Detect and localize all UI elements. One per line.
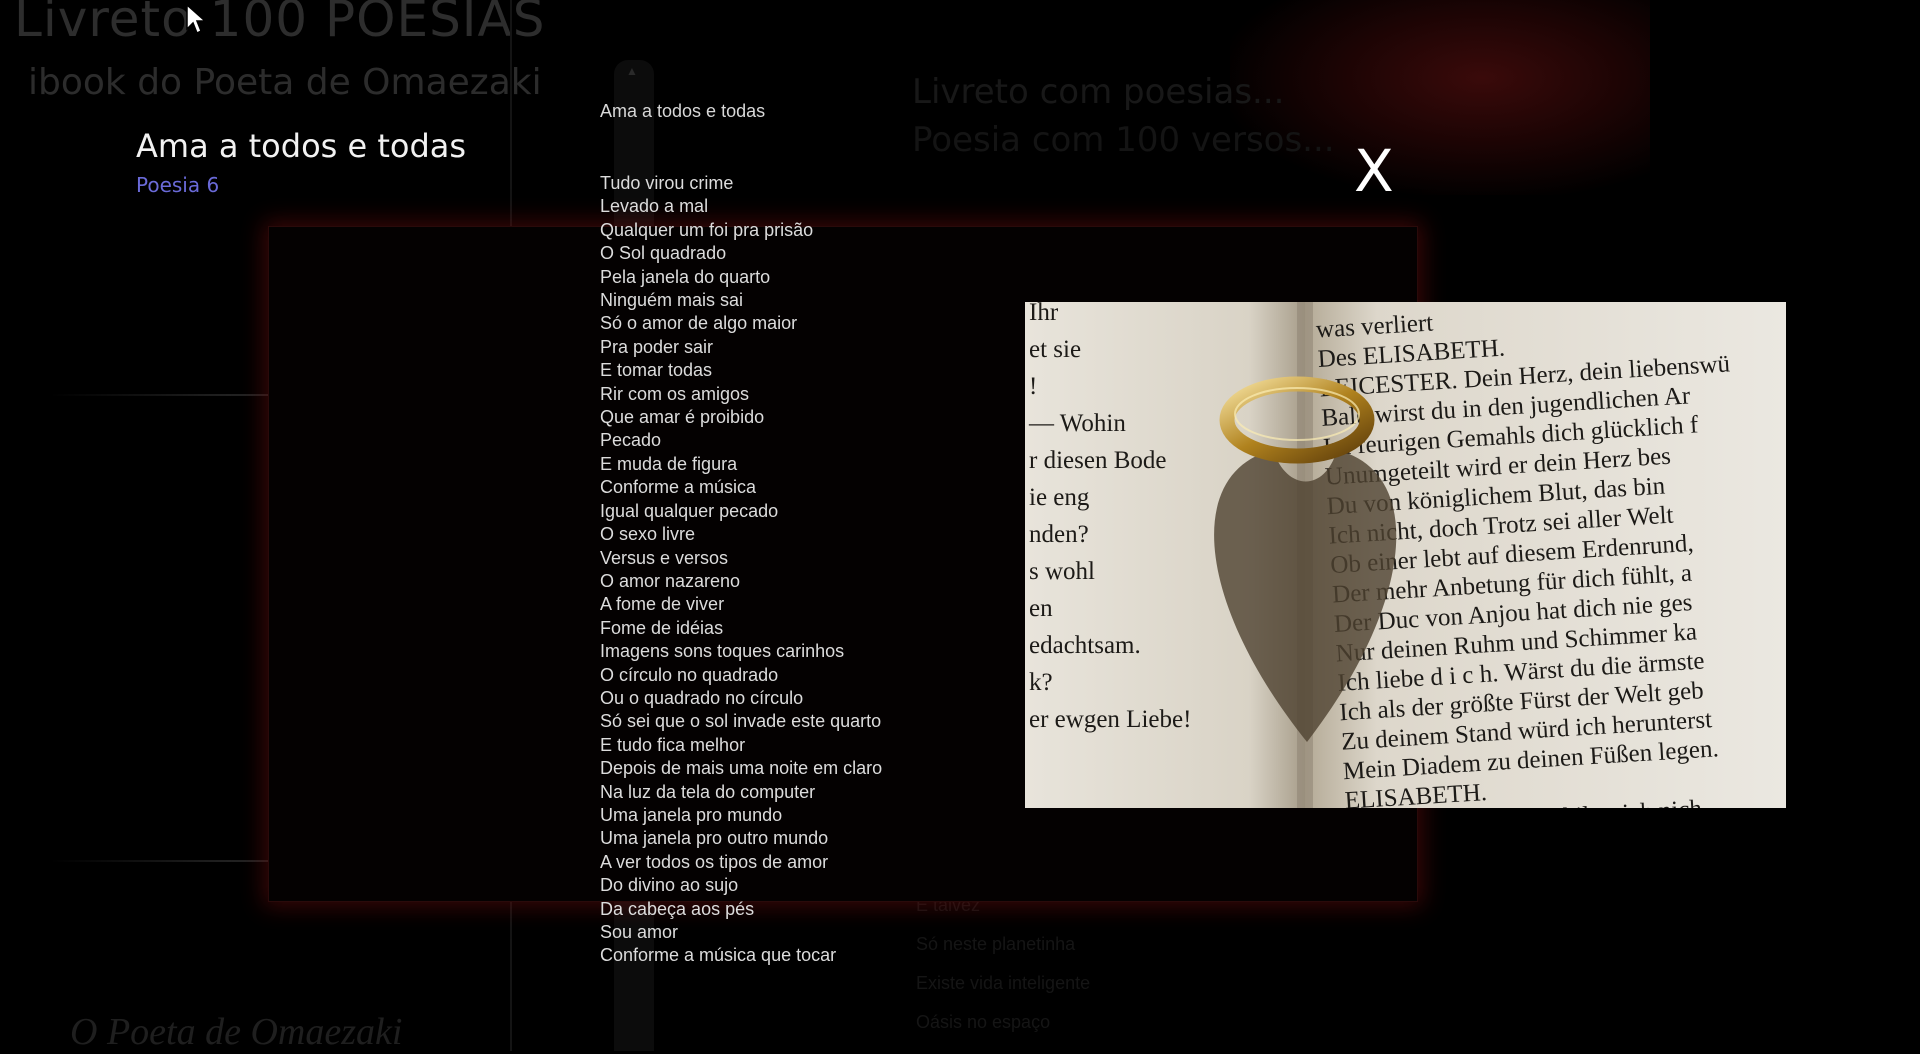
verse-line: Pra poder sair — [600, 336, 714, 357]
book-text-line: ie eng — [1029, 484, 1090, 511]
verse-line: Na luz da tela do computer — [600, 781, 816, 802]
verse-line: Pecado — [600, 430, 662, 451]
background-snippet: Só neste planetinha — [916, 934, 1076, 954]
verse-line: Fome de idéias — [600, 617, 724, 638]
verse-line: Uma janela pro mundo — [600, 804, 783, 825]
verse-line: Versus e versos — [600, 547, 729, 568]
verse-line: O Sol quadrado — [600, 243, 727, 264]
book-text-line: s wohl — [1029, 558, 1095, 585]
book-text-line: — Wohin — [1028, 410, 1126, 437]
verse-line: Uma janela pro outro mundo — [600, 828, 829, 849]
book-text-line: r diesen Bode — [1029, 447, 1166, 474]
verse-list: Tudo virou crime Levado a mal Qualquer um … — [600, 172, 882, 968]
background-red-line — [1420, 812, 1620, 826]
verse-line: E tudo fica melhor — [600, 734, 746, 755]
close-icon[interactable]: X — [1354, 142, 1394, 200]
background-snippet: Oásis no espaço — [916, 1012, 1051, 1032]
verse-line: Da cabeça aos pés — [600, 898, 755, 919]
verse-line: Ou o quadrado no círculo — [600, 687, 804, 708]
book-text-line: nden? — [1029, 521, 1089, 548]
verse-line: Imagens sons toques carinhos — [600, 641, 845, 662]
app-signature: O Poeta de Omaezaki — [70, 1011, 403, 1053]
verse-line: Rir com os amigos — [600, 383, 750, 404]
verse-line: Tudo virou crime — [600, 173, 734, 193]
verse-line: Só sei que o sol invade este quarto — [600, 711, 882, 732]
verse-line: E tomar todas — [600, 360, 713, 381]
verse-line: Levado a mal — [600, 196, 709, 217]
verse-line: A ver todos os tipos de amor — [600, 851, 829, 872]
app-subtitle: ibook do Poeta de Omaezaki — [28, 62, 542, 103]
book-text-line: et sie — [1029, 336, 1081, 363]
verse-line: A fome de viver — [600, 594, 725, 615]
verse-line: Igual qualquer pecado — [600, 500, 779, 521]
background-heading-2: Poesia com 100 versos... — [912, 120, 1335, 160]
background-red-line — [1420, 838, 1580, 852]
poem-heading: Ama a todos e todas — [600, 101, 766, 121]
book-text-line: k? — [1029, 669, 1053, 696]
verse-line: O amor nazareno — [600, 570, 741, 591]
book-text-line: ! — [1029, 373, 1037, 400]
verse-line: Que amar é proibido — [600, 407, 765, 428]
verse-line: E muda de figura — [600, 453, 738, 474]
app-title: Livreto 100 POESIAS — [14, 0, 546, 48]
book-text-line: en — [1029, 595, 1053, 622]
verse-line: Qualquer um foi pra prisão — [600, 219, 814, 240]
verse-line: Só o amor de algo maior — [600, 313, 798, 334]
background-heading-1: Livreto com poesias... — [912, 72, 1285, 112]
background-decoration — [1230, 0, 1650, 195]
verse-line: Do divino ao sujo — [600, 875, 739, 896]
verse-line: O sexo livre — [600, 524, 696, 545]
verse-line: Conforme a música — [600, 477, 757, 498]
book-text-line: er ewgen Liebe! — [1029, 706, 1191, 733]
verse-line: Pela janela do quarto — [600, 266, 771, 287]
mouse-cursor-icon — [186, 4, 207, 35]
background-snippet: Existe vida inteligente — [916, 973, 1091, 993]
verse-line: Conforme a música que tocar — [600, 945, 837, 966]
book-text-line: Ihr — [1029, 302, 1059, 326]
verse-line: Ninguém mais sai — [600, 290, 744, 311]
verse-line: Depois de mais uma noite em claro — [600, 758, 883, 779]
poem-number: Poesia 6 — [136, 173, 220, 197]
poem-title[interactable]: Ama a todos e todas — [136, 127, 466, 165]
scroll-up-arrow-icon[interactable]: ▲ — [626, 64, 638, 78]
verse-line: O círculo no quadrado — [600, 664, 779, 685]
poem-photo: Ihr et sie! — Wohin r diesen Bode ie eng nden… — [1025, 302, 1786, 808]
verse-line: Sou amor — [600, 922, 679, 942]
book-text-line: edachtsam. — [1029, 632, 1141, 659]
